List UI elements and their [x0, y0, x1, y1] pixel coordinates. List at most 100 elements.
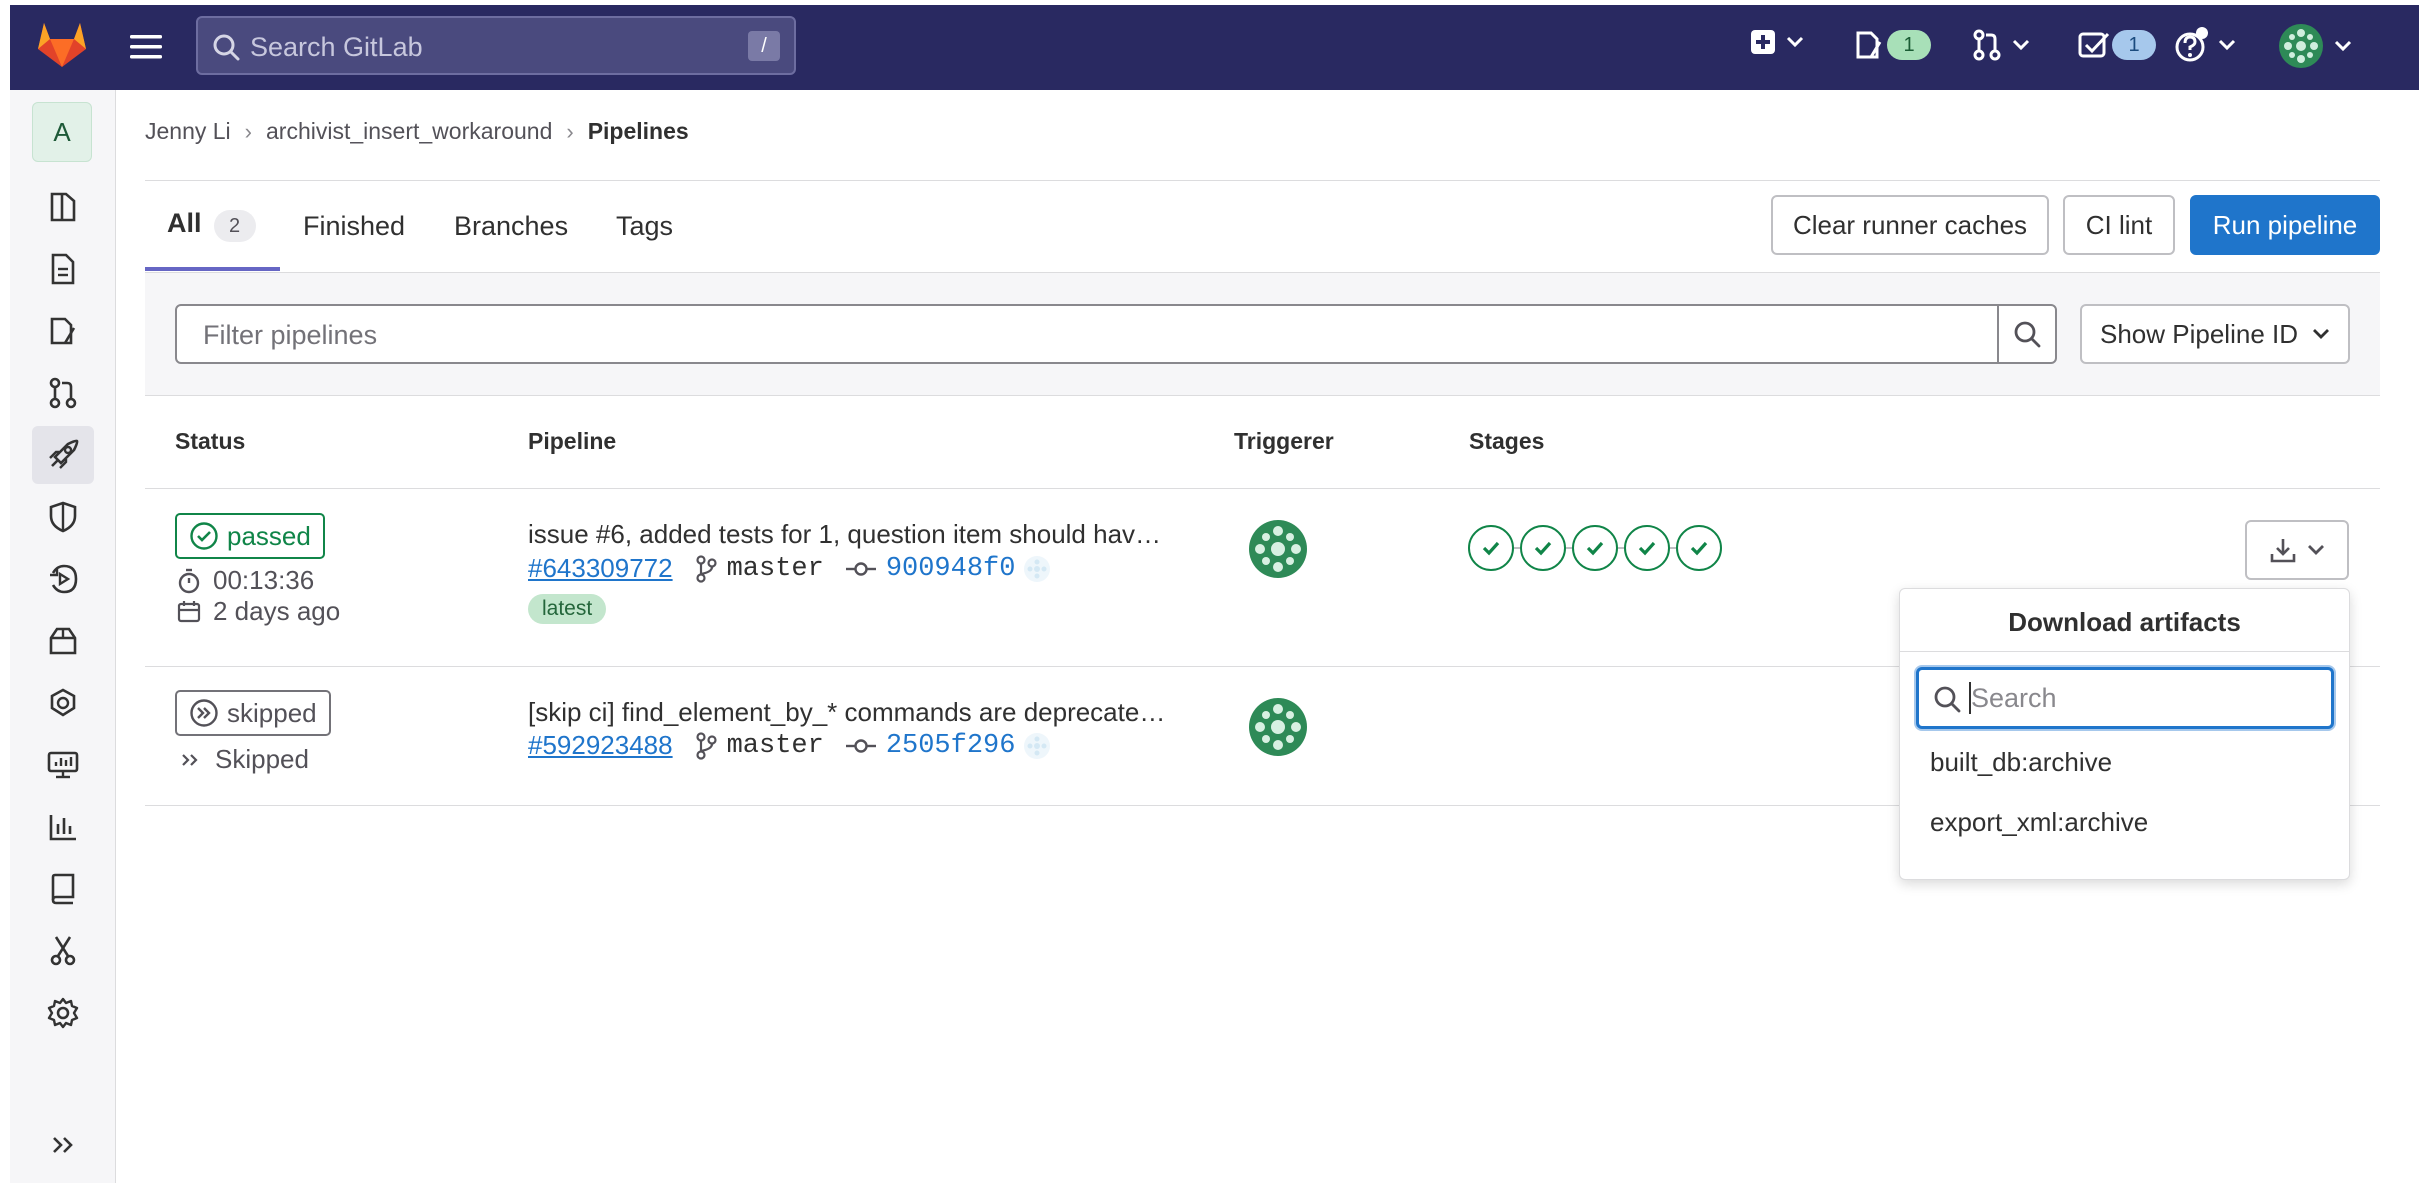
finished-time: 2 days ago: [177, 596, 340, 627]
run-pipeline-button[interactable]: Run pipeline: [2190, 195, 2380, 255]
create-new-dropdown[interactable]: [1750, 29, 1804, 55]
finished-value: 2 days ago: [213, 596, 341, 626]
security-shield-icon[interactable]: [32, 488, 94, 546]
plus-square-icon: [1751, 30, 1775, 54]
issues-counter[interactable]: 1: [1855, 30, 1931, 60]
latest-badge: latest: [528, 594, 607, 624]
gitlab-logo-icon[interactable]: [36, 19, 88, 69]
breadcrumb-separator-icon: ›: [244, 118, 252, 144]
show-pipeline-id-select[interactable]: Show Pipeline ID: [2080, 304, 2350, 364]
breadcrumb-divider: [145, 180, 2380, 181]
dropdown-divider: [1900, 651, 2349, 652]
stage-passed[interactable]: [1520, 525, 1566, 571]
global-search-input[interactable]: Search GitLab /: [196, 16, 796, 75]
repository-icon[interactable]: [32, 240, 94, 298]
column-header-triggerer: Triggerer: [1234, 428, 1334, 454]
pipeline-id-select-label: Show Pipeline ID: [2100, 319, 2298, 349]
artifact-search-placeholder: Search: [1971, 683, 2057, 713]
status-badge[interactable]: passed: [175, 513, 325, 559]
branch-name[interactable]: master: [727, 554, 824, 584]
check-icon: [1534, 541, 1552, 556]
issues-icon[interactable]: [32, 302, 94, 360]
filter-search-button[interactable]: [1997, 304, 2057, 364]
pipeline-meta: #643309772 master 900948f0: [528, 553, 1051, 584]
top-navbar: Search GitLab / 1 1: [10, 5, 2419, 90]
pipeline-id-link[interactable]: #592923488: [528, 730, 673, 761]
settings-icon[interactable]: [32, 984, 94, 1042]
stage-passed[interactable]: [1676, 525, 1722, 571]
merge-requests-dropdown[interactable]: [1972, 29, 2030, 61]
infrastructure-icon[interactable]: [32, 674, 94, 732]
duration-value: 00:13:36: [213, 565, 315, 595]
snippets-icon[interactable]: [32, 922, 94, 980]
project-overview-icon[interactable]: [32, 178, 94, 236]
double-chevron-right-icon[interactable]: [32, 1116, 94, 1174]
chevron-down-icon: [1786, 36, 1804, 48]
commit-icon: [845, 738, 876, 753]
check-icon: [1690, 541, 1708, 556]
search-icon: [212, 33, 240, 61]
todos-counter[interactable]: 1: [2078, 30, 2156, 60]
check-icon: [1638, 541, 1656, 556]
filter-top-divider: [145, 272, 2380, 273]
help-dropdown[interactable]: [2172, 25, 2236, 65]
dropdown-title: Download artifacts: [2008, 607, 2241, 637]
chevron-down-icon: [2218, 39, 2236, 51]
artifact-item[interactable]: export_xml:archive: [1930, 807, 2148, 838]
pipeline-id-link[interactable]: #643309772: [528, 553, 673, 584]
cicd-rocket-icon[interactable]: [32, 426, 94, 484]
deployments-icon[interactable]: [32, 550, 94, 608]
search-shortcut-key: /: [748, 31, 780, 61]
breadcrumb-project-link[interactable]: archivist_insert_workaround: [266, 118, 552, 145]
status-label: passed: [227, 520, 311, 551]
tab-all-count: 2: [213, 210, 256, 242]
monitor-icon[interactable]: [32, 736, 94, 794]
duration: 00:13:36: [177, 565, 314, 596]
filter-placeholder: Filter pipelines: [203, 320, 378, 350]
pipeline-commit-title[interactable]: [skip ci] find_element_by_* commands are…: [528, 697, 1165, 728]
commit-author-avatar[interactable]: [1023, 732, 1051, 760]
tab-finished[interactable]: Finished: [303, 211, 405, 242]
stage-passed[interactable]: [1468, 525, 1514, 571]
tab-all-label: All: [167, 208, 202, 238]
hamburger-menu-icon[interactable]: [130, 33, 162, 61]
commit-sha[interactable]: 900948f0: [886, 554, 1016, 584]
merge-request-icon: [1973, 29, 2001, 61]
tab-branches[interactable]: Branches: [454, 211, 568, 242]
help-question-icon: [2175, 27, 2208, 62]
stage-passed[interactable]: [1624, 525, 1670, 571]
triggerer-avatar[interactable]: [1248, 519, 1308, 579]
issues-icon: [1856, 31, 1882, 59]
merge-requests-icon[interactable]: [32, 364, 94, 422]
project-avatar[interactable]: A: [32, 102, 92, 162]
download-icon: [2270, 539, 2296, 563]
status-badge[interactable]: skipped: [175, 690, 331, 736]
artifact-search-input[interactable]: Search: [1916, 667, 2334, 729]
breadcrumb-current[interactable]: Pipelines: [588, 118, 689, 145]
breadcrumb-user-link[interactable]: Jenny Li: [145, 118, 231, 145]
wiki-icon[interactable]: [32, 860, 94, 918]
ci-lint-button[interactable]: CI lint: [2063, 195, 2175, 255]
chevron-down-icon: [2313, 329, 2329, 339]
stage-passed[interactable]: [1572, 525, 1618, 571]
analytics-icon[interactable]: [32, 798, 94, 856]
status-skipped-icon: [190, 699, 218, 727]
pipeline-stages: [1468, 525, 1722, 571]
branch-name[interactable]: master: [727, 731, 824, 761]
user-menu-dropdown[interactable]: [2278, 23, 2352, 69]
triggerer-avatar[interactable]: [1248, 697, 1308, 757]
pipeline-commit-title[interactable]: issue #6, added tests for 1, question it…: [528, 519, 1161, 550]
calendar-icon: [177, 600, 201, 622]
branch-icon: [696, 731, 717, 760]
tab-tags[interactable]: Tags: [616, 211, 673, 242]
artifact-item[interactable]: built_db:archive: [1930, 747, 2112, 778]
commit-author-avatar[interactable]: [1023, 555, 1051, 583]
download-artifacts-dropdown: Download artifacts Search built_db:archi…: [1899, 588, 2350, 880]
commit-sha[interactable]: 2505f296: [886, 731, 1016, 761]
packages-icon[interactable]: [32, 612, 94, 670]
active-tab-indicator: [145, 267, 280, 271]
download-artifacts-button[interactable]: [2245, 520, 2349, 580]
tab-all[interactable]: All 2: [167, 208, 256, 242]
clear-runner-caches-button[interactable]: Clear runner caches: [1771, 195, 2049, 255]
filter-pipelines-input[interactable]: Filter pipelines: [175, 304, 1999, 364]
